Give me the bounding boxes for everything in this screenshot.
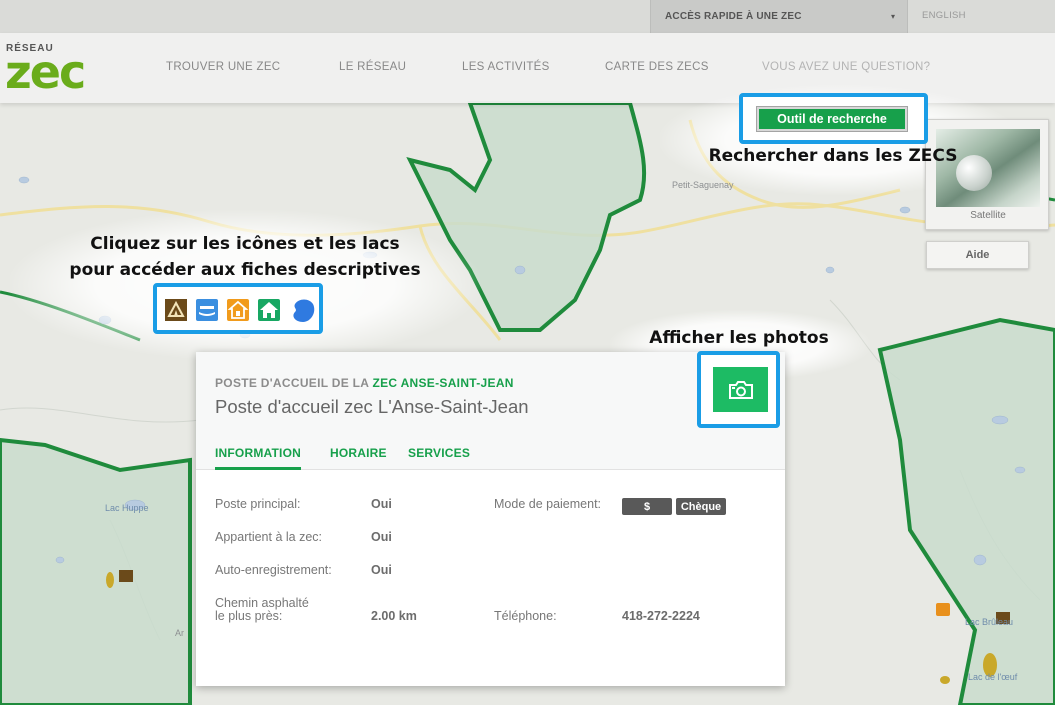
search-caption: Rechercher dans les ZECS <box>708 146 958 166</box>
belongs-label: Appartient à la zec: <box>215 530 323 544</box>
chevron-down-icon: ▾ <box>890 12 895 21</box>
logo-big-text: zec <box>5 45 86 99</box>
payment-label: Mode de paiement: <box>494 497 602 511</box>
help-button[interactable]: Aide <box>926 241 1029 269</box>
tab-schedule[interactable]: HORAIRE <box>330 446 387 467</box>
photos-callout <box>697 351 780 428</box>
paved-road-label: le plus près: <box>215 609 283 623</box>
icons-caption-line2: pour accéder aux fiches descriptives <box>69 260 421 280</box>
quick-access-label: ACCÈS RAPIDE À UNE ZEC <box>665 11 802 22</box>
nav-item-map[interactable]: CARTE DES ZECS <box>605 61 709 73</box>
home-icon[interactable] <box>258 299 280 321</box>
main-post-value: Oui <box>371 497 392 511</box>
poi-category: POSTE D'ACCUEIL DE LA ZEC ANSE-SAINT-JEA… <box>215 376 514 390</box>
map-label-place: Ar <box>175 628 184 638</box>
show-photos-button[interactable] <box>713 367 768 412</box>
nav-item-find-zec[interactable]: TROUVER UNE ZEC <box>166 61 280 73</box>
top-bar: ACCÈS RAPIDE À UNE ZEC ▾ ENGLISH <box>0 0 1055 33</box>
nav-item-activities[interactable]: LES ACTIVITÉS <box>462 61 550 73</box>
map-label-lake[interactable]: Lac Brûleau <box>965 617 1013 627</box>
map-label-lake[interactable]: Lac de l'œuf <box>968 672 1017 682</box>
satellite-toggle[interactable]: Satellite <box>925 119 1049 230</box>
phone-value[interactable]: 418-272-2224 <box>622 609 700 623</box>
paved-road-label: Chemin asphalté <box>215 596 309 610</box>
camping-icon[interactable] <box>165 299 187 321</box>
self-registration-value: Oui <box>371 563 392 577</box>
poi-category-prefix: POSTE D'ACCUEIL DE LA <box>215 376 369 390</box>
poi-zec-link[interactable]: ZEC ANSE-SAINT-JEAN <box>372 376 513 390</box>
tab-information[interactable]: INFORMATION <box>215 446 301 470</box>
nav-item-question[interactable]: VOUS AVEZ UNE QUESTION? <box>762 61 930 73</box>
tab-services[interactable]: SERVICES <box>408 446 470 467</box>
phone-label: Téléphone: <box>494 609 557 623</box>
lake-icon[interactable] <box>289 299 317 322</box>
belongs-value: Oui <box>371 530 392 544</box>
language-link[interactable]: ENGLISH <box>922 10 966 21</box>
site-logo[interactable]: RÉSEAU zec <box>5 41 101 99</box>
map-label-lake[interactable]: Lac Huppe <box>105 503 149 513</box>
self-registration-label: Auto-enregistrement: <box>215 563 332 577</box>
chalet-icon[interactable] <box>227 299 249 321</box>
poi-title: Poste d'accueil zec L'Anse-Saint-Jean <box>215 396 529 417</box>
payment-cash-badge: $ <box>622 498 672 515</box>
photos-caption: Afficher les photos <box>649 328 829 348</box>
quick-access-dropdown[interactable]: ACCÈS RAPIDE À UNE ZEC ▾ <box>650 0 908 33</box>
satellite-label: Satellite <box>970 210 1006 221</box>
paved-road-value: 2.00 km <box>371 609 417 623</box>
search-tool-button[interactable]: Outil de recherche <box>756 106 908 132</box>
icon-legend <box>153 283 323 334</box>
map-label-petit-saguenay: Petit-Saguenay <box>672 180 734 190</box>
nav-item-network[interactable]: LE RÉSEAU <box>339 61 406 73</box>
main-post-label: Poste principal: <box>215 497 301 511</box>
boat-launch-icon[interactable] <box>196 299 218 321</box>
payment-cheque-badge: Chèque <box>676 498 726 515</box>
icons-caption-line1: Cliquez sur les icônes et les lacs <box>90 234 400 254</box>
search-tool-callout: Outil de recherche <box>739 93 928 144</box>
camera-icon <box>728 380 753 399</box>
